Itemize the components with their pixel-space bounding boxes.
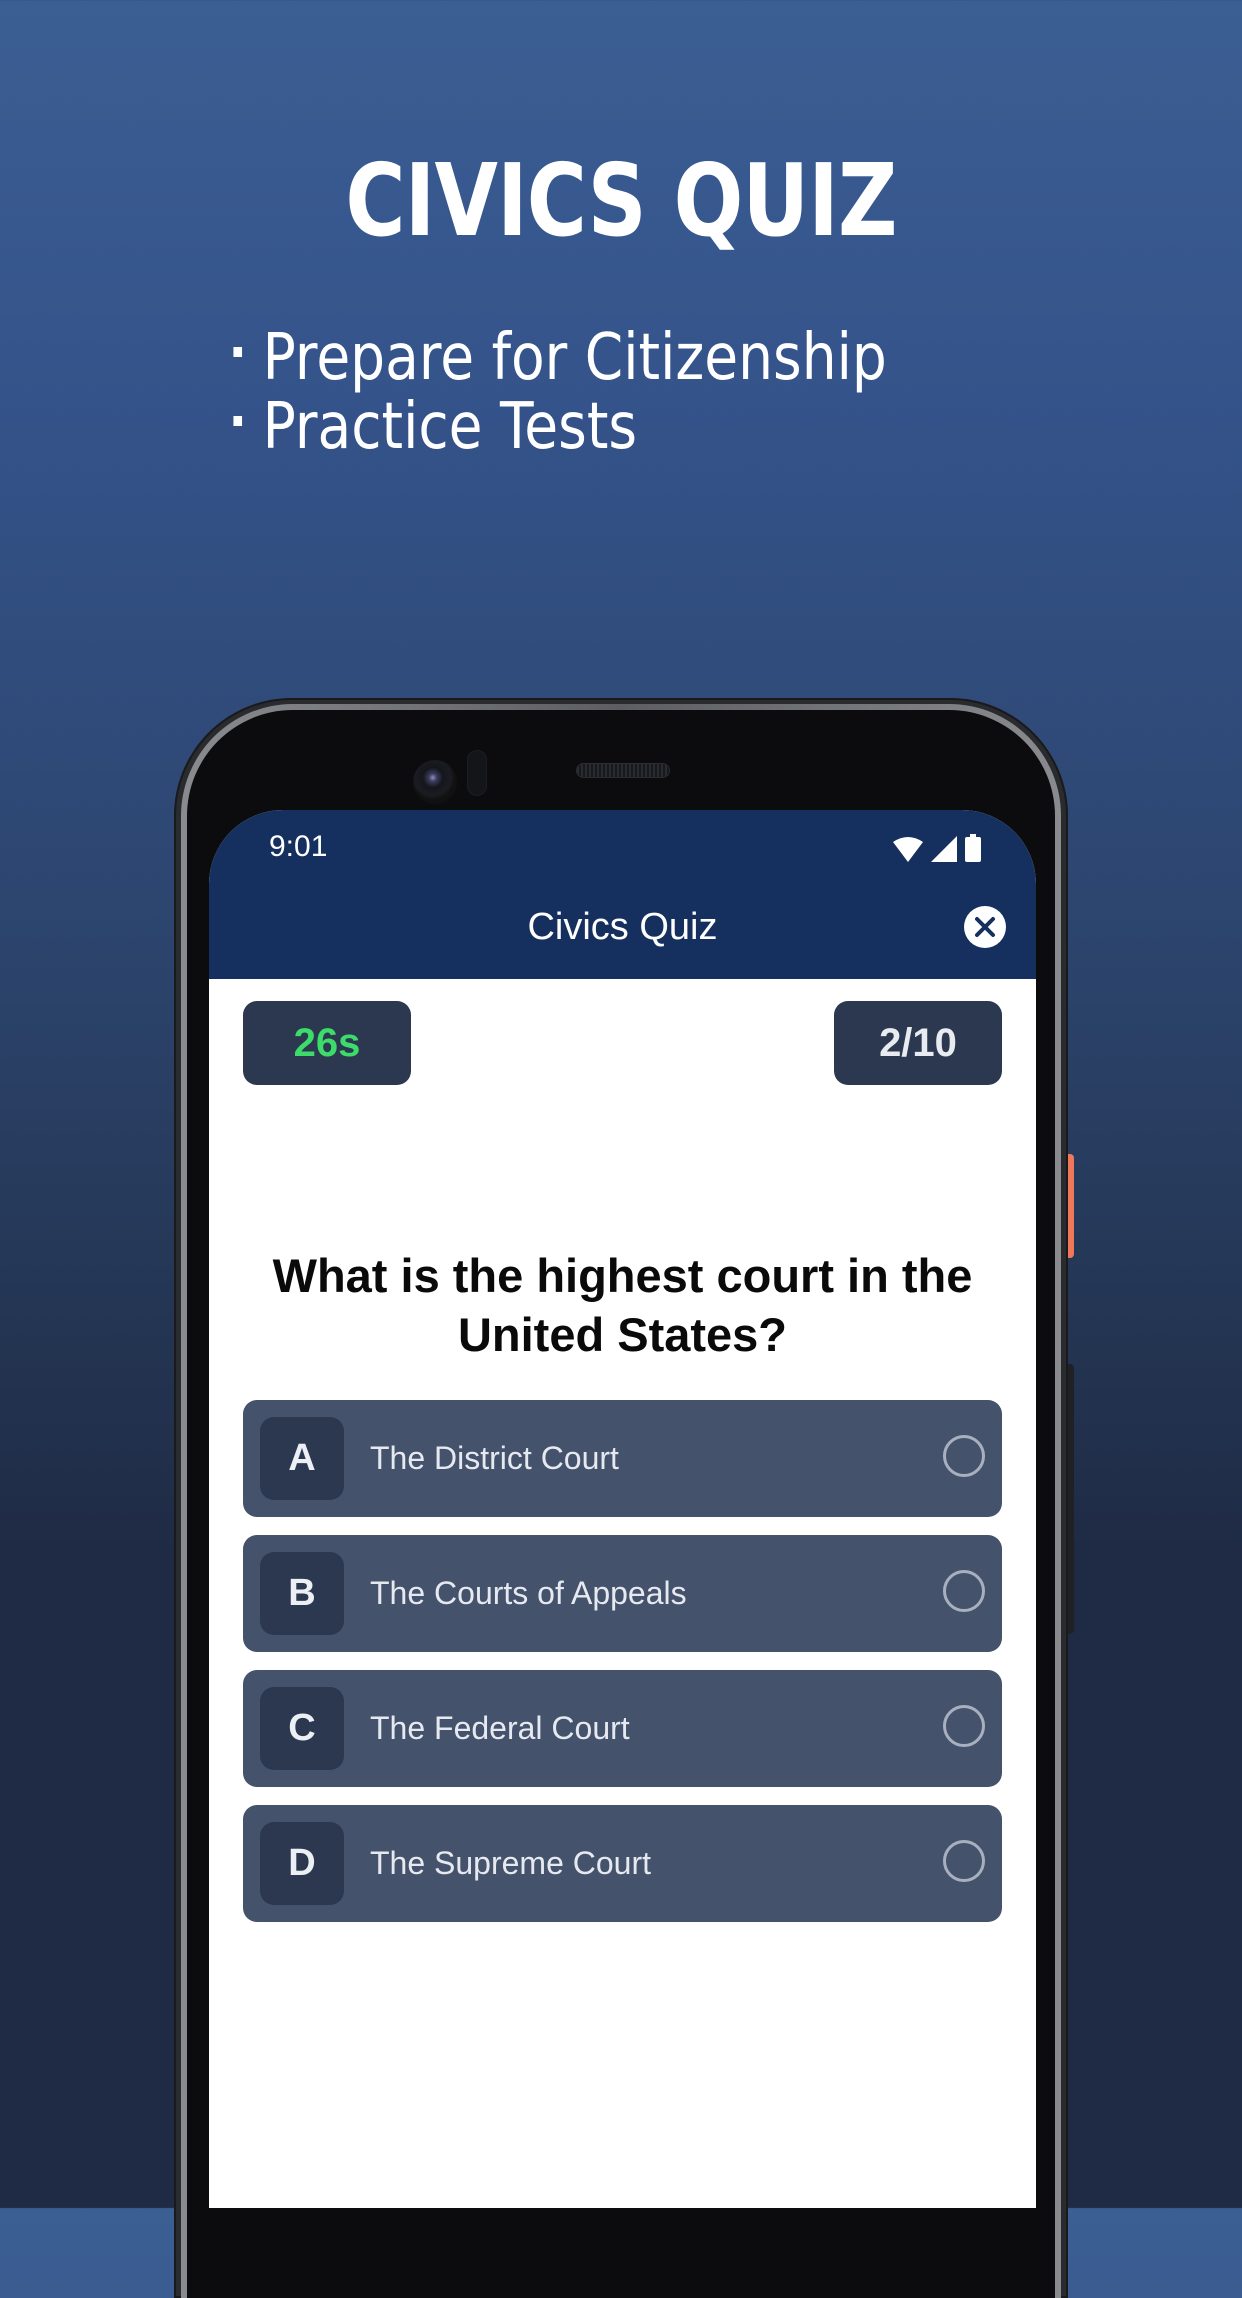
option-letter: A <box>260 1417 344 1500</box>
option-text: The District Court <box>370 1440 619 1476</box>
phone-screen: 9:01 Civics Quiz 26s 2/10 What is the hi… <box>209 810 1036 2208</box>
option-text: The Supreme Court <box>370 1845 652 1881</box>
option-letter: D <box>260 1822 344 1905</box>
timer-value: 26s <box>293 1020 361 1065</box>
app-bar: 9:01 Civics Quiz <box>209 810 1036 979</box>
promo-bullets: Prepare for Citizenship Practice Tests <box>230 324 887 462</box>
question-counter-value: 2/10 <box>879 1020 957 1065</box>
signal-icon <box>931 836 957 862</box>
promo-title: CIVICS QUIZ <box>345 142 897 259</box>
proximity-sensor-icon <box>467 750 487 796</box>
app-bar-title: Civics Quiz <box>527 906 718 948</box>
answer-option-b[interactable]: B The Courts of Appeals <box>243 1535 1002 1652</box>
answer-options: A The District Court B The Courts of App… <box>243 1400 1002 1940</box>
option-letter: B <box>260 1552 344 1635</box>
promo-bullet-text: Practice Tests <box>262 390 638 464</box>
option-letter: C <box>260 1687 344 1770</box>
option-text: The Federal Court <box>370 1710 630 1746</box>
timer-badge: 26s <box>243 1001 411 1085</box>
promo-bullet: Prepare for Citizenship <box>230 324 887 393</box>
radio-button[interactable] <box>943 1705 985 1747</box>
radio-button[interactable] <box>943 1570 985 1612</box>
radio-button[interactable] <box>943 1435 985 1477</box>
promo-bullet: Practice Tests <box>230 393 887 462</box>
bullet-dot-icon <box>233 347 243 358</box>
wifi-icon <box>893 837 923 862</box>
battery-icon <box>965 834 981 862</box>
close-icon <box>975 917 995 937</box>
close-button[interactable] <box>964 906 1006 948</box>
status-time: 9:01 <box>269 830 328 863</box>
radio-button[interactable] <box>943 1840 985 1882</box>
front-camera-icon <box>413 760 457 804</box>
answer-option-a[interactable]: A The District Court <box>243 1400 1002 1517</box>
promo-bullet-text: Prepare for Citizenship <box>262 321 887 395</box>
status-icons <box>893 832 981 862</box>
option-text: The Courts of Appeals <box>370 1575 687 1611</box>
answer-option-c[interactable]: C The Federal Court <box>243 1670 1002 1787</box>
bullet-dot-icon <box>233 416 243 427</box>
answer-option-d[interactable]: D The Supreme Court <box>243 1805 1002 1922</box>
question-counter-badge: 2/10 <box>834 1001 1002 1085</box>
question-text: What is the highest court in the United … <box>272 1249 973 1361</box>
earpiece-speaker-icon <box>577 764 669 777</box>
